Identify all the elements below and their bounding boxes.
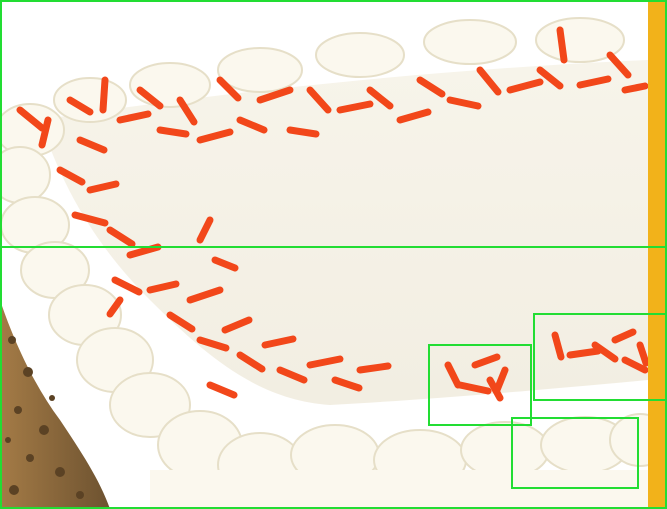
frosting-base <box>150 470 648 509</box>
side-color-strip <box>648 0 667 509</box>
cake-photo <box>0 0 667 509</box>
cake-photo-scene <box>0 0 667 509</box>
